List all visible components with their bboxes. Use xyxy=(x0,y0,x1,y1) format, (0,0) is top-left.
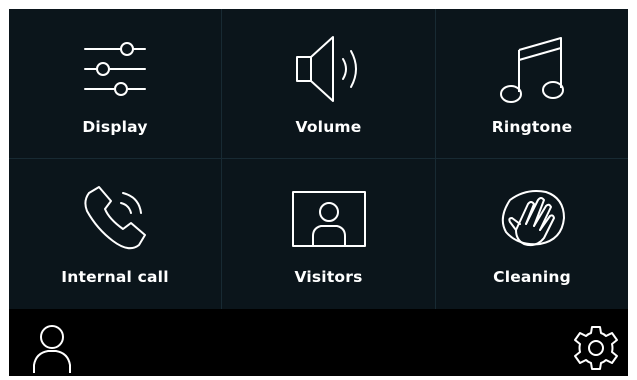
sliders-icon xyxy=(83,33,147,105)
visitor-portrait-icon xyxy=(291,183,367,255)
tile-visitors[interactable]: Visitors xyxy=(222,159,435,309)
grid-divider xyxy=(435,9,436,309)
bottom-bar xyxy=(9,309,628,376)
user-icon xyxy=(33,325,71,373)
tile-label: Ringtone xyxy=(491,118,573,136)
tile-ringtone[interactable]: Ringtone xyxy=(436,9,628,158)
tile-label: Volume xyxy=(295,118,362,136)
grid-divider xyxy=(221,9,222,309)
settings-grid: Display Volume Ringtone Internal call Vi… xyxy=(9,9,628,309)
tile-display[interactable]: Display xyxy=(9,9,221,158)
speaker-icon xyxy=(293,33,365,105)
intercom-screen: Display Volume Ringtone Internal call Vi… xyxy=(9,9,628,376)
tile-cleaning[interactable]: Cleaning xyxy=(436,159,628,309)
settings-button[interactable] xyxy=(569,321,623,375)
phone-ringing-icon xyxy=(79,183,151,255)
tile-label: Cleaning xyxy=(493,268,571,286)
tile-label: Display xyxy=(82,118,148,136)
tile-label: Internal call xyxy=(61,268,169,286)
tile-internal-call[interactable]: Internal call xyxy=(9,159,221,309)
music-note-icon xyxy=(499,33,565,105)
tile-volume[interactable]: Volume xyxy=(222,9,435,158)
tile-label: Visitors xyxy=(294,268,363,286)
gear-icon xyxy=(574,326,618,370)
user-button[interactable] xyxy=(25,321,79,375)
grid-divider xyxy=(9,158,628,159)
hand-wipe-icon xyxy=(496,183,568,255)
